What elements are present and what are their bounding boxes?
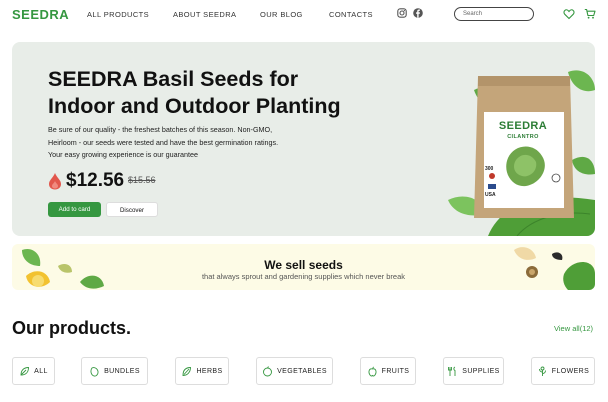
facebook-icon[interactable] bbox=[413, 8, 423, 18]
band-subtitle: that always sprout and gardening supplie… bbox=[201, 272, 406, 281]
heart-icon[interactable] bbox=[563, 8, 575, 20]
old-price: $15.56 bbox=[128, 175, 156, 185]
pack-variety: CILANTRO bbox=[507, 134, 539, 140]
tools-icon bbox=[448, 366, 456, 376]
nav-about-seedra[interactable]: ABOUT SEEDRA bbox=[173, 10, 236, 19]
band-title: We sell seeds bbox=[264, 258, 343, 272]
products-title: Our products. bbox=[12, 318, 132, 338]
category-bundles[interactable]: BUNDLES bbox=[81, 357, 148, 385]
cart-icon[interactable] bbox=[584, 8, 596, 20]
discover-button[interactable]: Discover bbox=[106, 202, 158, 217]
hero-title: SEEDRA Basil Seeds for Indoor and Outdoo… bbox=[48, 66, 378, 120]
leaf-icon bbox=[20, 366, 30, 375]
category-supplies[interactable]: SUPPLIES bbox=[443, 357, 504, 385]
seed-pack-image bbox=[474, 76, 574, 218]
hero-banner: SEEDRA Basil Seeds for Indoor and Outdoo… bbox=[12, 42, 595, 236]
bundle-icon bbox=[90, 366, 99, 376]
category-vegetables[interactable]: VEGETABLES bbox=[256, 357, 333, 385]
hero-description: Be sure of our quality - the freshest ba… bbox=[48, 124, 323, 162]
hero-title-line1: SEEDRA Basil Seeds for bbox=[48, 67, 299, 91]
category-label: BUNDLES bbox=[104, 367, 140, 375]
herb-icon bbox=[182, 366, 192, 376]
pack-origin: USA bbox=[485, 192, 496, 198]
header: SEEDRA ALL PRODUCTS ABOUT SEEDRA OUR BLO… bbox=[0, 0, 608, 30]
hero-desc-line2: Heirloom - our seeds were tested and hav… bbox=[48, 137, 279, 147]
category-label: FLOWERS bbox=[551, 367, 590, 375]
pack-brand: SEEDRA bbox=[498, 120, 548, 132]
category-label: FRUITS bbox=[381, 367, 410, 375]
add-to-cart-button[interactable]: Add to card bbox=[48, 202, 101, 217]
category-label: VEGETABLES bbox=[277, 367, 327, 375]
category-label: ALL bbox=[34, 367, 48, 375]
category-flowers[interactable]: FLOWERS bbox=[531, 357, 595, 385]
nav-our-blog[interactable]: OUR BLOG bbox=[260, 10, 303, 19]
fruit-icon bbox=[368, 366, 377, 376]
logo[interactable]: SEEDRA bbox=[12, 7, 69, 22]
vegetable-icon bbox=[263, 365, 273, 376]
pack-seed-count: 300 bbox=[485, 166, 494, 172]
category-all[interactable]: ALL bbox=[12, 357, 55, 385]
hero-desc-line3: Your easy growing experience is our guar… bbox=[48, 150, 198, 159]
price: $12.56 bbox=[66, 170, 125, 191]
category-label: SUPPLIES bbox=[462, 367, 500, 375]
we-sell-seeds-banner: We sell seeds that always sprout and gar… bbox=[12, 244, 595, 290]
hero-desc-line1: Be sure of our quality - the freshest ba… bbox=[48, 125, 273, 134]
view-all-link[interactable]: View all(12) bbox=[554, 324, 593, 333]
category-label: HERBS bbox=[196, 367, 223, 375]
flower-icon bbox=[538, 366, 546, 376]
category-fruits[interactable]: FRUITS bbox=[360, 357, 416, 385]
hero-title-line2: Indoor and Outdoor Planting bbox=[48, 94, 341, 118]
flame-icon bbox=[49, 173, 61, 190]
nav-all-products[interactable]: ALL PRODUCTS bbox=[87, 10, 149, 19]
instagram-icon[interactable] bbox=[397, 8, 407, 18]
search-input[interactable]: Search bbox=[454, 7, 534, 21]
nav-contacts[interactable]: CONTACTS bbox=[329, 10, 373, 19]
category-herbs[interactable]: HERBS bbox=[175, 357, 229, 385]
